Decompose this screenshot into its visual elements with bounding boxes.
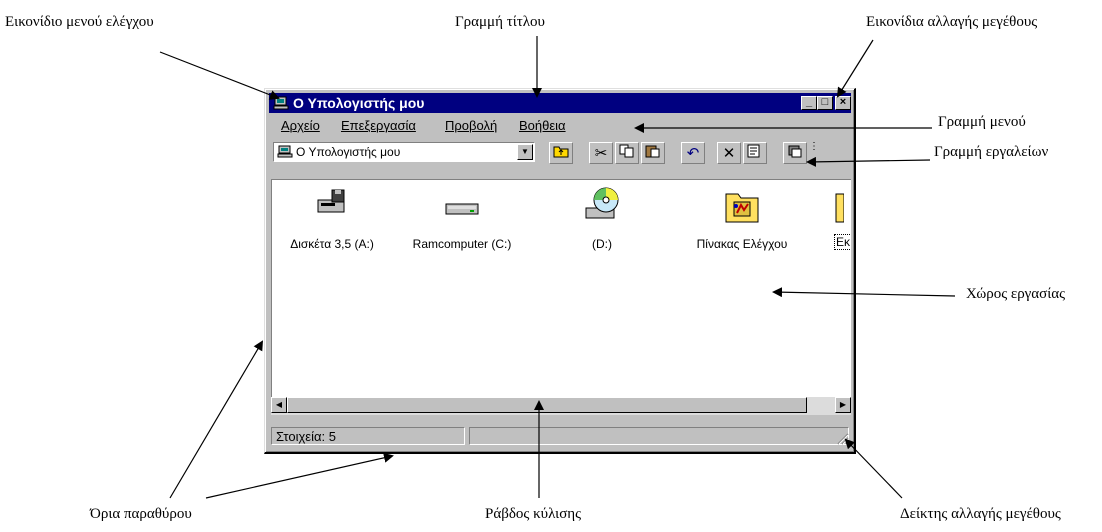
arrow-control-menu-icon [159, 51, 280, 100]
annotation-arrows [159, 36, 956, 499]
arrow-toolbar [806, 156, 931, 167]
arrow-window-border-2 [205, 452, 394, 499]
arrow-resize-icons [836, 39, 874, 98]
arrow-window-border-1 [169, 340, 264, 499]
arrow-workspace [772, 287, 956, 298]
arrow-resize-indicator [844, 438, 903, 499]
